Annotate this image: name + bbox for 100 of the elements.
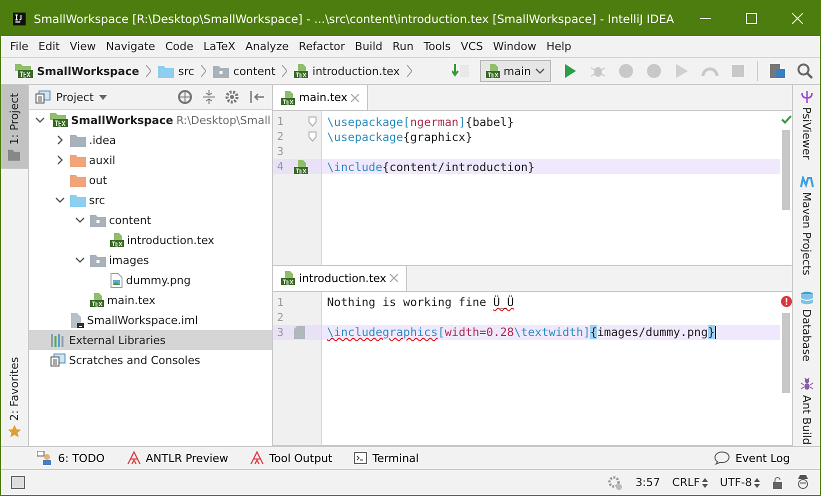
- search-icon[interactable]: [796, 62, 814, 80]
- menu-item[interactable]: Build: [350, 40, 388, 53]
- folder-icon: [213, 64, 230, 78]
- menu-item[interactable]: VCS: [456, 40, 488, 53]
- tree-item[interactable]: images: [29, 250, 272, 270]
- up-down-arrows-icon: [702, 478, 708, 488]
- tool-window-button[interactable]: Tool Output: [250, 451, 332, 465]
- tree-item-label: .idea: [89, 134, 116, 146]
- chevron-down-icon[interactable]: [55, 195, 65, 205]
- tree-item[interactable]: External Libraries: [29, 330, 272, 350]
- tree-item-label: External Libraries: [69, 334, 166, 346]
- gear-question-icon[interactable]: [607, 474, 624, 490]
- tree-item[interactable]: SmallWorkspace R:\Desktop\Small: [29, 110, 272, 130]
- close-icon[interactable]: [351, 94, 360, 102]
- chevron-right-icon[interactable]: [55, 135, 65, 145]
- breadcrumb[interactable]: src: [158, 64, 194, 78]
- menu-item[interactable]: View: [64, 40, 101, 53]
- project-structure-icon[interactable]: [768, 62, 786, 80]
- menu-item[interactable]: Navigate: [100, 40, 160, 53]
- event-log-button[interactable]: Event Log: [714, 451, 790, 465]
- collapse-all-icon[interactable]: [200, 88, 218, 106]
- inspector-face-icon[interactable]: [796, 475, 810, 490]
- chevron-down-icon[interactable]: [75, 215, 85, 225]
- menu-item[interactable]: Help: [541, 40, 576, 53]
- locate-crosshair-icon[interactable]: [176, 88, 194, 106]
- breadcrumb[interactable]: content: [213, 64, 276, 78]
- vcs-update-icon[interactable]: [452, 64, 470, 78]
- menu-item[interactable]: File: [5, 40, 34, 53]
- tree-item[interactable]: SmallWorkspace.iml: [29, 310, 272, 330]
- tool-window-tab[interactable]: 2: Favorites: [1, 349, 28, 446]
- chevron-down-icon[interactable]: [535, 66, 545, 76]
- menu-item[interactable]: Run: [388, 40, 419, 53]
- text-cursor: [714, 326, 716, 338]
- scrollbar-thumb[interactable]: [782, 130, 790, 210]
- database-icon: [800, 290, 814, 305]
- tree-item[interactable]: auxil: [29, 150, 272, 170]
- tree-item[interactable]: src: [29, 190, 272, 210]
- line-number: 1: [277, 115, 284, 128]
- fold-marker-icon[interactable]: [308, 131, 317, 142]
- tree-item-label: content: [109, 214, 152, 226]
- line-number: 1: [277, 296, 284, 308]
- tree-item[interactable]: .idea: [29, 130, 272, 150]
- tool-window-tab[interactable]: 1: Project: [1, 85, 28, 169]
- caret-position[interactable]: 3:57: [635, 476, 660, 489]
- tex-file-icon: [90, 293, 104, 307]
- tree-item-label: auxil: [89, 154, 116, 166]
- tex-file-icon: [486, 64, 500, 78]
- tree-item[interactable]: dummy.png: [29, 270, 272, 290]
- tool-window-tab[interactable]: Database: [796, 288, 818, 364]
- project-view-dropdown[interactable]: Project: [35, 90, 107, 104]
- app-logo-icon: [13, 10, 26, 26]
- tool-window-tab[interactable]: Maven Projects: [796, 174, 818, 277]
- tool-window-button[interactable]: ANTLR Preview: [126, 451, 228, 465]
- scrollbar-thumb[interactable]: [782, 312, 790, 392]
- line-separator-selector[interactable]: CRLF: [672, 476, 708, 489]
- tool-window-button[interactable]: Terminal: [354, 452, 419, 464]
- tree-item[interactable]: introduction.tex: [29, 230, 272, 250]
- fold-marker-icon[interactable]: [308, 116, 317, 127]
- tex-gutter-icon: [294, 160, 308, 174]
- todo-person-icon: [37, 451, 53, 465]
- menu-item[interactable]: Code: [160, 40, 198, 53]
- menu-item[interactable]: Analyze: [240, 40, 294, 53]
- tool-window-tab[interactable]: PsiViewer: [796, 89, 817, 162]
- tree-item[interactable]: Scratches and Consoles: [29, 350, 272, 370]
- chevron-down-icon[interactable]: [35, 115, 45, 125]
- chevron-right-icon[interactable]: [55, 155, 65, 165]
- code-line: \includegraphics[width=0.28\textwidth]{images/dummy.png}: [327, 325, 715, 339]
- menu-item[interactable]: Refactor: [294, 40, 350, 53]
- maven-m-icon: [800, 176, 814, 188]
- line-number: 2: [277, 310, 284, 324]
- psi-icon: [800, 91, 812, 103]
- editor-tab[interactable]: introduction.tex: [273, 266, 408, 290]
- menu-item[interactable]: Window: [488, 40, 542, 53]
- menu-item[interactable]: Tools: [418, 40, 456, 53]
- maximize-icon[interactable]: [746, 13, 756, 24]
- encoding-selector[interactable]: UTF-8: [720, 476, 760, 489]
- tree-item-label: dummy.png: [126, 274, 191, 286]
- editor-tab[interactable]: main.tex: [273, 85, 368, 110]
- tree-item[interactable]: out: [29, 170, 272, 190]
- folder-icon: [90, 254, 106, 266]
- line-number: 4: [277, 160, 284, 173]
- hide-panel-icon[interactable]: [248, 88, 266, 106]
- close-icon[interactable]: [390, 274, 398, 282]
- minimize-icon[interactable]: [700, 18, 710, 19]
- module-path: R:\Desktop\Small: [176, 114, 271, 126]
- breadcrumb[interactable]: SmallWorkspace: [15, 64, 140, 78]
- chevron-down-icon[interactable]: [75, 255, 85, 265]
- lock-icon[interactable]: [772, 476, 784, 488]
- breadcrumb[interactable]: introduction.tex: [294, 64, 400, 78]
- run-configuration-dropdown[interactable]: main: [480, 60, 551, 82]
- panel-toggle-icon[interactable]: [11, 476, 25, 489]
- tree-item[interactable]: content: [29, 210, 272, 230]
- tex-file-icon: [281, 271, 295, 285]
- tree-item-label: SmallWorkspace.iml: [87, 314, 198, 326]
- tool-window-button[interactable]: 6: TODO: [37, 451, 105, 465]
- menu-item[interactable]: LaTeX: [198, 40, 240, 53]
- excluded-folder-icon: [70, 174, 86, 186]
- tree-item[interactable]: main.tex: [29, 290, 272, 310]
- menu-item[interactable]: Edit: [33, 40, 65, 53]
- tool-window-tab[interactable]: Ant Build: [796, 375, 818, 446]
